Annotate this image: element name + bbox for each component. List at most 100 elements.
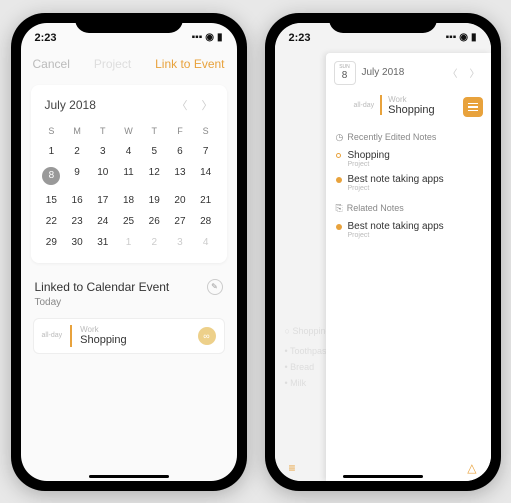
- home-indicator[interactable]: [343, 475, 423, 478]
- phone-right: 2:23 ▪▪▪ ◉ ▮ ○ Shopping • Toothpaste• Br…: [265, 13, 501, 491]
- calendar-day[interactable]: 15: [39, 190, 65, 211]
- cancel-button[interactable]: Cancel: [33, 57, 70, 71]
- date-badge[interactable]: SUN 8: [334, 61, 356, 85]
- calendar-day[interactable]: 3: [90, 141, 116, 162]
- calendar-day[interactable]: 1: [39, 141, 65, 162]
- status-dot: [336, 153, 341, 158]
- wifi-icon: ◉: [205, 32, 214, 43]
- linked-header: Linked to Calendar Event ✎: [21, 269, 237, 297]
- event-allday: all-day: [42, 332, 63, 339]
- calendar-day[interactable]: 2: [64, 141, 90, 162]
- calendar-card: July 2018 〈 〉 SMTWTFS 123456789101112131…: [31, 85, 227, 263]
- calendar-day[interactable]: 7: [193, 141, 219, 162]
- calendar-day[interactable]: 3: [167, 232, 193, 253]
- link-icon[interactable]: ∞: [198, 327, 216, 345]
- calendar-day[interactable]: 31: [90, 232, 116, 253]
- calendar-day[interactable]: 18: [116, 190, 142, 211]
- dow-label: W: [116, 121, 142, 141]
- phone-left: 2:23 ▪▪▪ ◉ ▮ Cancel Project Link to Even…: [11, 13, 247, 491]
- ghost-item: • Milk: [285, 375, 307, 391]
- calendar-day[interactable]: 4: [116, 141, 142, 162]
- calendar-day[interactable]: 24: [90, 211, 116, 232]
- ghost-heading: ○ Shopping: [285, 323, 331, 339]
- dow-label: F: [167, 121, 193, 141]
- screen-left: 2:23 ▪▪▪ ◉ ▮ Cancel Project Link to Even…: [21, 23, 237, 481]
- linked-subhead: Today: [21, 297, 237, 314]
- link-icon: ⎘: [336, 203, 343, 214]
- note-sub: Project: [348, 161, 481, 168]
- wifi-icon: ◉: [459, 32, 468, 43]
- calendar-day[interactable]: 5: [141, 141, 167, 162]
- calendar-day[interactable]: 6: [167, 141, 193, 162]
- event-divider: [70, 325, 72, 347]
- calendar-day[interactable]: 8: [39, 162, 65, 190]
- list-icon[interactable]: ≡: [289, 461, 296, 475]
- menu-icon[interactable]: [463, 97, 483, 117]
- bottom-bar: ≡ △: [275, 461, 491, 475]
- calendar-day[interactable]: 17: [90, 190, 116, 211]
- section-title: ⎘Related Notes: [326, 195, 491, 218]
- panel-prev-icon[interactable]: 〈: [445, 65, 461, 80]
- calendar-day[interactable]: 22: [39, 211, 65, 232]
- calendar-day[interactable]: 16: [64, 190, 90, 211]
- calendar-day[interactable]: 12: [141, 162, 167, 190]
- calendar-day[interactable]: 29: [39, 232, 65, 253]
- battery-icon: ▮: [471, 32, 477, 43]
- status-indicators: ▪▪▪ ◉ ▮: [446, 32, 477, 43]
- panel-next-icon[interactable]: 〉: [467, 65, 483, 80]
- calendar-day[interactable]: 11: [116, 162, 142, 190]
- home-indicator[interactable]: [89, 475, 169, 478]
- note-item[interactable]: ShoppingProject: [326, 147, 491, 171]
- calendar-day[interactable]: 4: [193, 232, 219, 253]
- calendar-day[interactable]: 26: [141, 211, 167, 232]
- calendar-day[interactable]: 28: [193, 211, 219, 232]
- status-time: 2:23: [35, 32, 57, 44]
- notch: [329, 13, 437, 33]
- month-label: July 2018: [45, 98, 96, 112]
- panel-event[interactable]: all-day Work Shopping: [354, 95, 435, 116]
- nav-title: Project: [94, 57, 131, 71]
- calendar-day[interactable]: 20: [167, 190, 193, 211]
- calendar-day[interactable]: 10: [90, 162, 116, 190]
- dow-label: S: [193, 121, 219, 141]
- panel-sections: ◷Recently Edited NotesShoppingProjectBes…: [326, 124, 491, 242]
- calendar-day[interactable]: 21: [193, 190, 219, 211]
- calendar-day[interactable]: 9: [64, 162, 90, 190]
- calendar-day[interactable]: 14: [193, 162, 219, 190]
- event-category: Work: [80, 325, 189, 334]
- panel-event-category: Work: [388, 95, 435, 104]
- edit-icon[interactable]: ✎: [207, 279, 223, 295]
- signal-icon: ▪▪▪: [192, 32, 203, 43]
- status-indicators: ▪▪▪ ◉ ▮: [192, 32, 223, 43]
- panel-event-divider: [380, 95, 382, 115]
- note-title: Best note taking apps: [348, 174, 481, 185]
- calendar-day[interactable]: 19: [141, 190, 167, 211]
- calendar-day[interactable]: 13: [167, 162, 193, 190]
- calendar-day[interactable]: 23: [64, 211, 90, 232]
- note-item[interactable]: Best note taking appsProject: [326, 171, 491, 195]
- battery-icon: ▮: [217, 32, 223, 43]
- link-to-event-button[interactable]: Link to Event: [155, 57, 224, 71]
- linked-header-label: Linked to Calendar Event: [35, 280, 170, 294]
- dow-label: S: [39, 121, 65, 141]
- prev-month-icon[interactable]: 〈: [177, 97, 188, 113]
- calendar-day[interactable]: 2: [141, 232, 167, 253]
- section-title: ◷Recently Edited Notes: [326, 124, 491, 147]
- note-title: Best note taking apps: [348, 221, 481, 232]
- calendar-day[interactable]: 1: [116, 232, 142, 253]
- dow-label: M: [64, 121, 90, 141]
- status-dot: [336, 224, 342, 230]
- calendar-day[interactable]: 25: [116, 211, 142, 232]
- event-card[interactable]: all-day Work Shopping ∞: [33, 318, 225, 354]
- next-month-icon[interactable]: 〉: [202, 97, 213, 113]
- calendar-day[interactable]: 30: [64, 232, 90, 253]
- event-title: Shopping: [80, 334, 189, 346]
- calendar-day[interactable]: 27: [167, 211, 193, 232]
- warning-icon[interactable]: △: [467, 461, 476, 475]
- date-badge-num: 8: [342, 70, 348, 81]
- note-item[interactable]: Best note taking appsProject: [326, 218, 491, 242]
- side-panel: SUN 8 July 2018 〈 〉 all-day Work Shoppin…: [326, 53, 491, 481]
- nav-bar: Cancel Project Link to Event: [21, 53, 237, 79]
- status-time: 2:23: [289, 32, 311, 44]
- note-sub: Project: [348, 232, 481, 239]
